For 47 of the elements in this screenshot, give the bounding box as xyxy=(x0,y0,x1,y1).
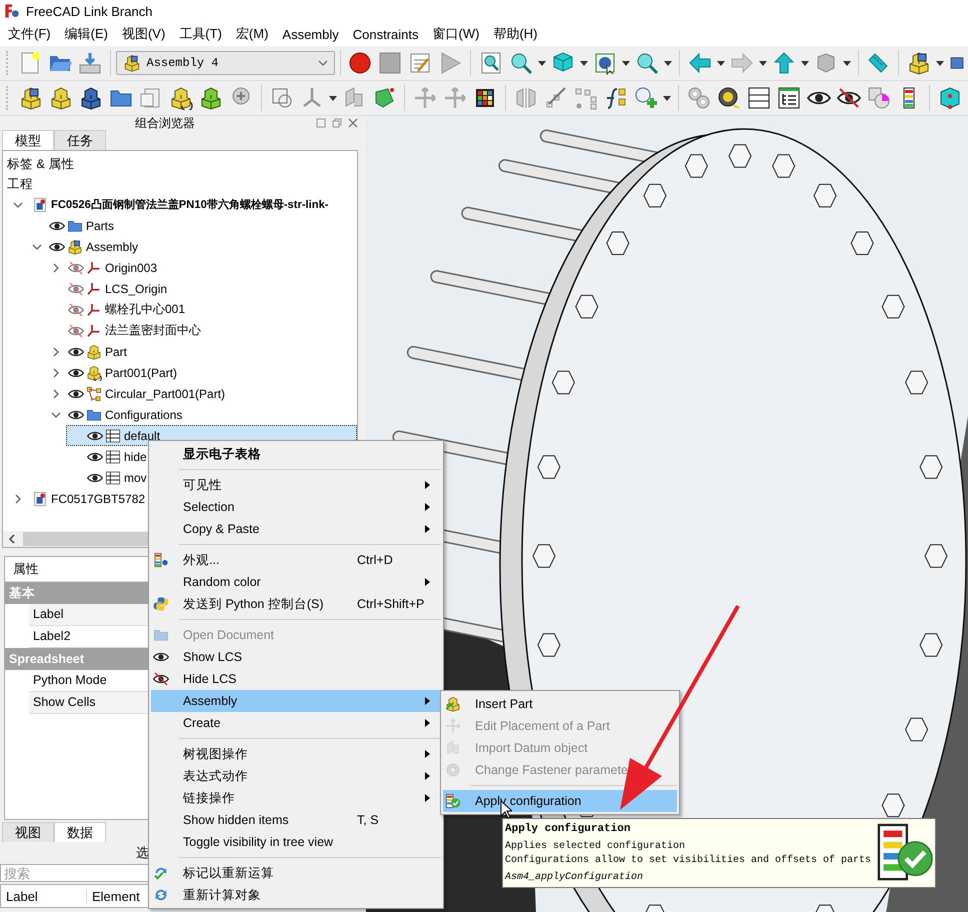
menu-item-label: Create xyxy=(183,716,222,730)
tree-item-label: Configurations xyxy=(105,408,182,422)
menu-item-label: Open Document xyxy=(183,628,276,642)
panel-title: 选 xyxy=(136,844,149,862)
command-name: Asm4_applyConfiguration xyxy=(505,870,644,884)
menu-item-label: Assembly xyxy=(183,694,238,708)
menu-item-label: 发送到 Python 控制台(S) xyxy=(183,596,325,612)
tree-item-label: 法兰盖密封面中心 xyxy=(105,322,201,339)
menu-item-label: 显示电子表格 xyxy=(183,446,262,462)
shortcut-label: T, S xyxy=(357,813,379,827)
menu-item-label: Show hidden items xyxy=(183,813,290,827)
menu-item-label: Insert Part xyxy=(475,697,533,711)
panel-title: 组合浏览器 xyxy=(134,116,196,132)
shortcut-label: Ctrl+Shift+P xyxy=(357,597,424,611)
tree-item-label: Assembly xyxy=(86,240,138,254)
tree-item-label: Circular_Part001(Part) xyxy=(105,386,226,400)
menu-item-label: Selection xyxy=(183,500,236,514)
tree-item-label: Parts xyxy=(86,218,114,232)
tree-section-label: 工程 xyxy=(6,176,34,193)
tree-item-label: FC0526凸面钢制管法兰盖PN10带六角螺栓螺母-str-link- xyxy=(51,197,329,212)
tree-item-label: LCS_Origin xyxy=(105,282,168,296)
menu-item-label: Import Datum object xyxy=(475,741,588,755)
tooltip-text: Configurations allow to set visibilities and offsets of parts xyxy=(505,854,872,868)
window-title: FreeCAD Link Branch xyxy=(26,4,152,18)
tree-item-label: Part001(Part) xyxy=(105,366,178,380)
menu-item-label: 表达式动作 xyxy=(183,768,249,784)
menu-item-label: 重新计算对象 xyxy=(183,886,262,904)
tree-item-label: hide xyxy=(124,450,147,464)
tree-item-label: default xyxy=(124,428,160,442)
menu-item-label: 链接操作 xyxy=(183,790,236,806)
menu-item-label: Toggle visibility in tree view xyxy=(183,835,334,849)
tooltip-title: Apply configuration xyxy=(505,822,632,836)
menu-item-label: 可见性 xyxy=(183,476,223,494)
column-header: 标签 & 属性 xyxy=(6,156,76,173)
tooltip-text: Applies selected configuration xyxy=(505,840,686,854)
menu-item-label: Hide LCS xyxy=(183,672,238,686)
menu-item-label: Show LCS xyxy=(183,650,244,664)
menu-item-label: 标记以重新运算 xyxy=(183,864,275,882)
menu-item-label: 树视图操作 xyxy=(183,746,249,762)
menu-item-label: Edit Placement of a Part xyxy=(475,719,610,733)
tree-item-label: mov xyxy=(124,470,147,484)
tree-item-label: FC0517GBT5782 xyxy=(51,492,146,506)
tree-item-label: Origin003 xyxy=(105,260,158,274)
tree-item-label: 螺栓孔中心001 xyxy=(105,301,186,318)
menu-item-label: Change Fastener paramete xyxy=(475,763,628,777)
menu-item-label: Copy & Paste xyxy=(183,522,260,536)
tree-item-label: Part xyxy=(105,344,128,358)
